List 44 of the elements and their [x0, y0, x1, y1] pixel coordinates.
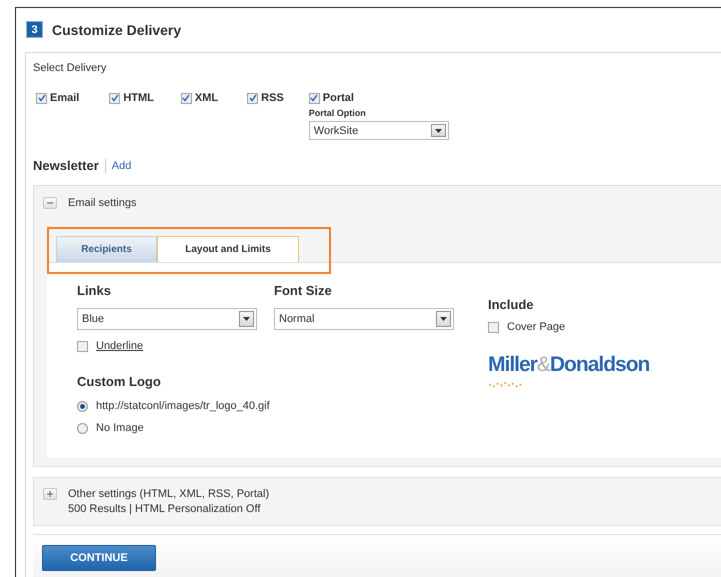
delivery-option[interactable]: XML	[180, 92, 218, 104]
expand-button[interactable]	[43, 488, 57, 500]
checkbox[interactable]	[247, 92, 258, 104]
radio-label: No Image	[96, 422, 144, 434]
portal-option-select[interactable]: WorkSite	[308, 121, 449, 140]
underline-link[interactable]: Underline	[96, 340, 144, 352]
checkbox-label: Cover Page	[507, 321, 566, 333]
section-title: Email settings	[68, 197, 136, 209]
field-label: Custom Logo	[77, 374, 161, 389]
section-title: Other settings (HTML, XML, RSS, Portal)	[68, 488, 270, 500]
checkbox[interactable]	[488, 322, 499, 332]
checkbox[interactable]	[77, 340, 88, 352]
field-label: Links	[77, 283, 111, 298]
caret-icon	[239, 311, 254, 327]
field-label: Font Size	[274, 283, 332, 298]
tab[interactable]: Layout and Limits	[157, 236, 299, 262]
delivery-option[interactable]: HTML	[109, 92, 154, 104]
checkbox[interactable]	[109, 92, 120, 104]
step-number: 3	[27, 22, 42, 37]
font-size-select[interactable]: Normal	[274, 308, 454, 330]
field-label: Include	[488, 297, 534, 312]
caret-icon	[430, 124, 446, 137]
section-title: Customize Delivery	[52, 22, 182, 38]
plus-icon	[46, 490, 54, 498]
company-logo: Miller&Donaldson	[488, 353, 650, 377]
field-label: Select Delivery	[33, 62, 108, 74]
delivery-option[interactable]: Email	[36, 92, 80, 104]
radio-button[interactable]	[77, 400, 88, 412]
checkbox[interactable]	[308, 92, 320, 104]
links-select[interactable]: Blue	[77, 308, 257, 330]
field-label: Portal Option	[308, 108, 367, 118]
radio-label: http://statconl/images/tr_logo_40.gif	[96, 400, 270, 412]
caret-icon	[436, 311, 451, 327]
checkbox[interactable]	[180, 92, 192, 104]
add-link[interactable]: Add	[112, 160, 132, 172]
tab[interactable]: Recipients	[56, 236, 157, 262]
settings-summary: 500 Results | HTML Personalization Off	[68, 503, 262, 515]
delivery-option[interactable]: Portal	[308, 92, 449, 104]
radio-button[interactable]	[77, 422, 88, 434]
checkbox[interactable]	[36, 92, 47, 104]
delivery-option[interactable]: RSS	[247, 92, 284, 104]
continue-button[interactable]: CONTINUE	[42, 545, 156, 571]
newsletter-heading: Newsletter	[33, 158, 106, 173]
collapse-button[interactable]	[43, 197, 57, 209]
